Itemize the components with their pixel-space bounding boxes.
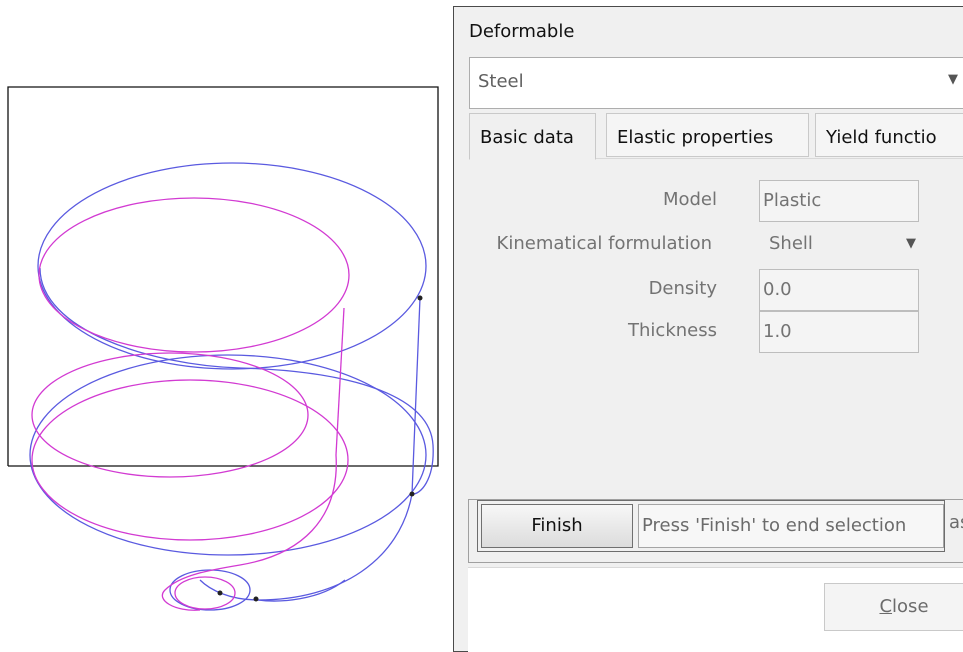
- close-button[interactable]: Close: [824, 583, 963, 631]
- tab-basic-data[interactable]: Basic data: [469, 113, 596, 160]
- dialog-title: Deformable: [469, 21, 575, 42]
- kinematic-formulation-select[interactable]: Shell: [769, 233, 813, 254]
- tab-bar: Basic data Elastic properties Yield func…: [469, 113, 963, 160]
- magenta-mid-ellipse: [31, 352, 309, 478]
- model-field[interactable]: Plastic: [759, 180, 919, 222]
- material-combo[interactable]: Steel ▼: [469, 57, 963, 109]
- control-point: [253, 596, 259, 602]
- curve-canvas[interactable]: [0, 0, 452, 648]
- magenta-top-ellipse: [38, 197, 350, 353]
- blue-top-ellipse: [37, 162, 427, 370]
- density-field[interactable]: 0.0: [759, 269, 919, 311]
- deformable-dialog: Deformable Steel ▼ Basic data Elastic pr…: [453, 6, 963, 652]
- density-label: Density: [648, 278, 717, 299]
- tab-yield-function[interactable]: Yield functio: [815, 113, 963, 157]
- selection-overflow-text: as: [949, 512, 963, 533]
- blue-vertical-segment: [411, 297, 421, 495]
- chevron-down-icon[interactable]: ▼: [906, 236, 916, 251]
- selection-toolbar: Finish Press 'Finish' to end selection a…: [468, 499, 963, 563]
- kinematic-formulation-label: Kinematical formulation: [496, 233, 712, 254]
- blue-mid-curve: [39, 267, 434, 495]
- material-combo-value: Steel: [478, 71, 524, 92]
- magenta-lower-ellipse: [31, 379, 349, 541]
- chevron-down-icon[interactable]: ▼: [948, 72, 958, 87]
- blue-tail-end: [257, 579, 346, 602]
- selection-group: Finish Press 'Finish' to end selection: [477, 500, 945, 552]
- basic-data-panel: Model Plastic Kinematical formulation Sh…: [469, 158, 963, 558]
- dialog-button-bar: Close: [468, 567, 963, 652]
- close-button-label: lose: [892, 596, 929, 617]
- selection-hint: Press 'Finish' to end selection: [638, 504, 944, 548]
- thickness-field[interactable]: 1.0: [759, 311, 919, 353]
- thickness-label: Thickness: [628, 320, 717, 341]
- finish-button[interactable]: Finish: [481, 504, 633, 548]
- model-label: Model: [662, 189, 717, 210]
- viewport-frame: [7, 86, 439, 467]
- tab-elastic-properties[interactable]: Elastic properties: [606, 113, 809, 157]
- magenta-small-loop: [174, 576, 236, 610]
- control-point: [417, 295, 423, 301]
- control-point: [409, 491, 415, 497]
- control-point: [217, 590, 223, 596]
- viewport[interactable]: [0, 0, 452, 648]
- magenta-vertical-segment: [335, 307, 345, 456]
